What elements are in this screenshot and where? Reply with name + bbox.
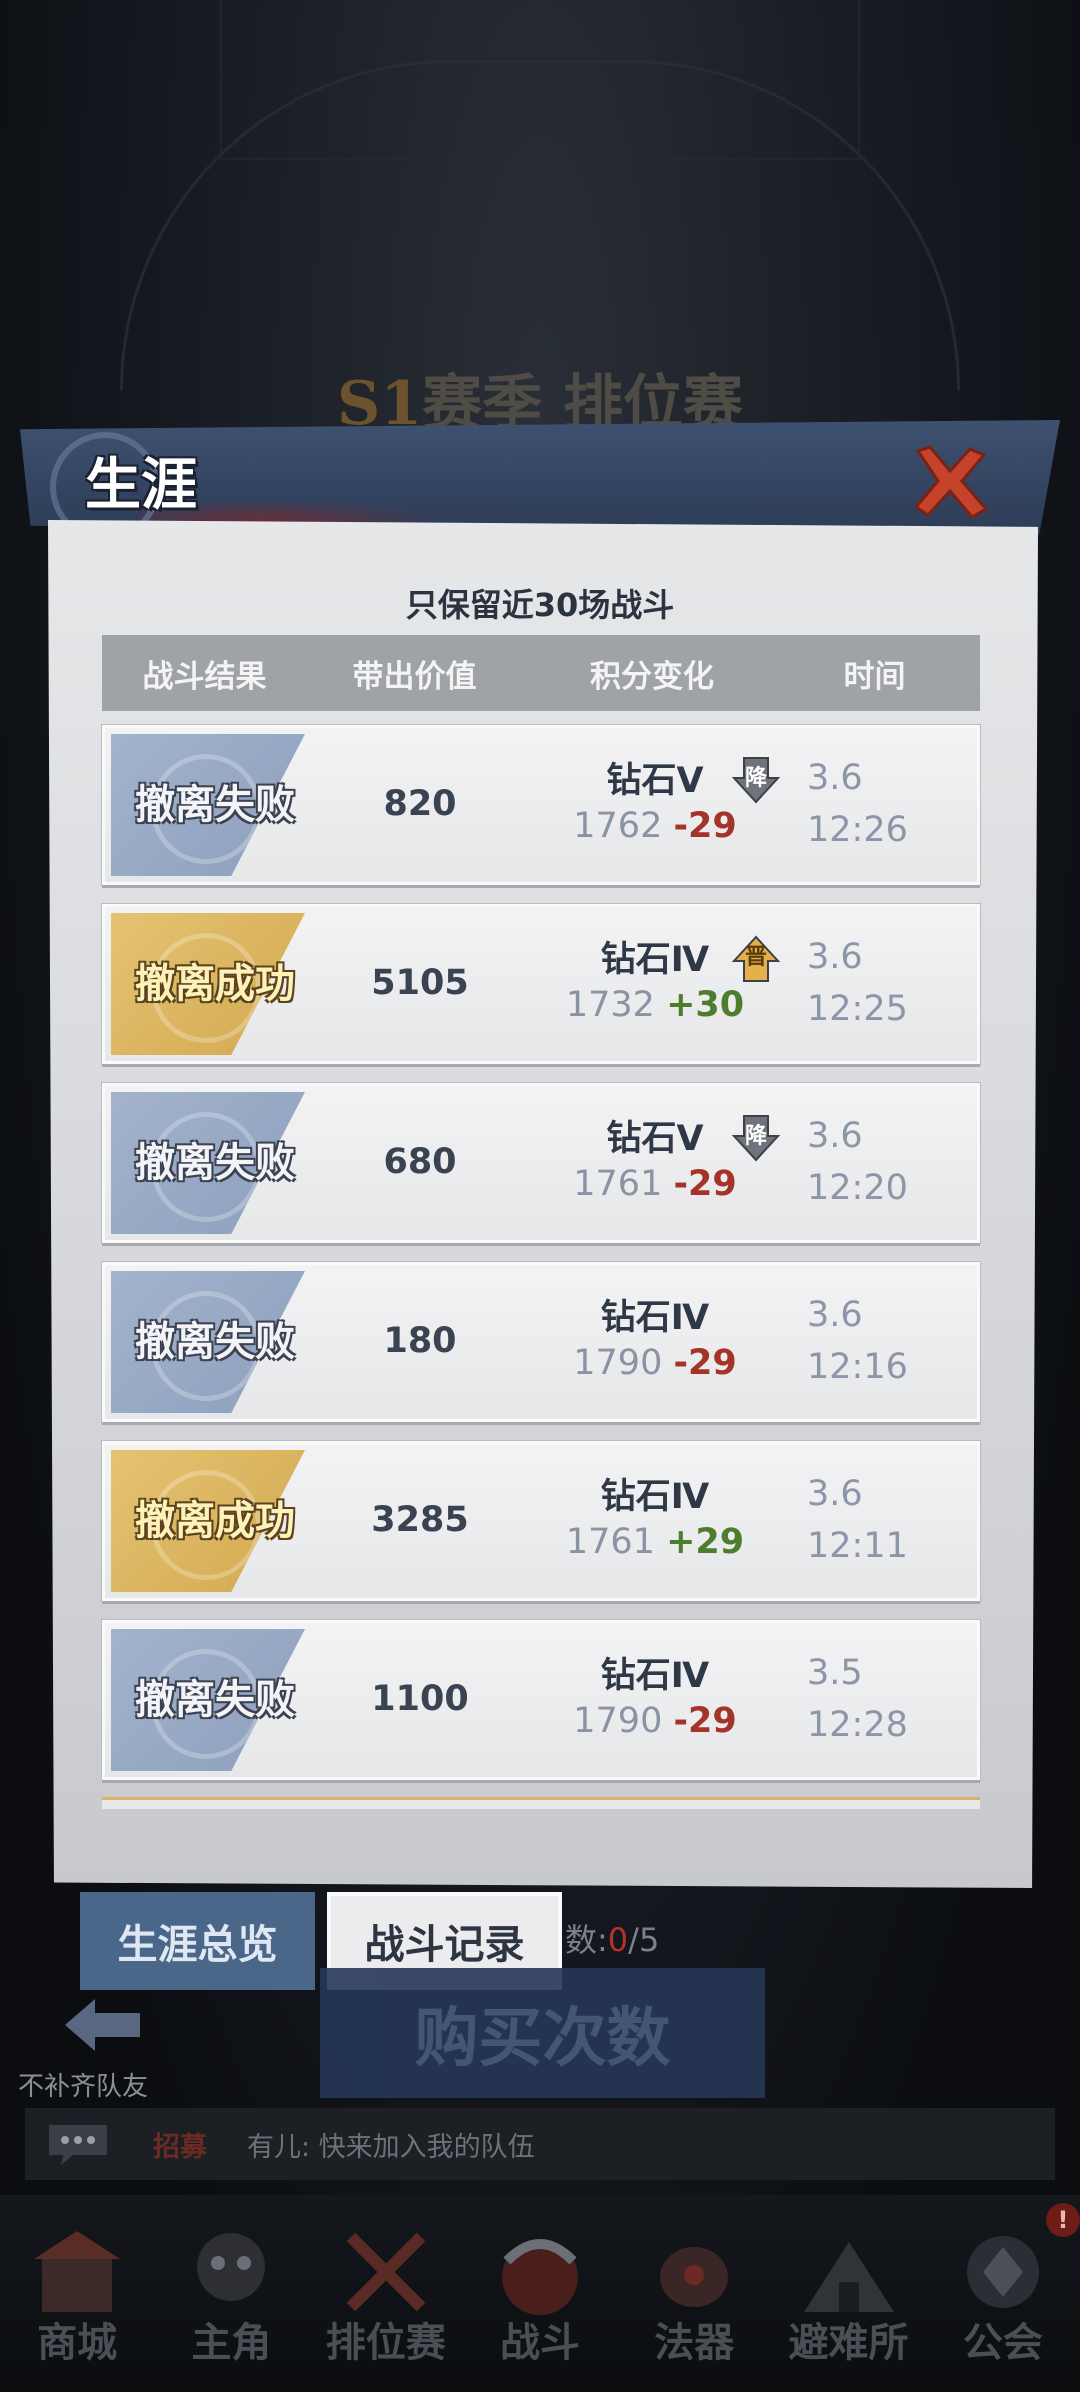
nav-label: 排位赛 <box>325 2319 446 2366</box>
partial-next-row <box>102 1797 980 1809</box>
nav-label: 商城 <box>37 2319 118 2366</box>
score-delta: -29 <box>673 1164 737 1204</box>
battle-clock: 12:25 <box>807 989 908 1029</box>
nav-item-artifact[interactable]: 法器 <box>617 2195 771 2392</box>
rank-up-arrow-icon: 晋 <box>730 933 782 985</box>
battle-time: 3.5 12:28 <box>785 1647 970 1751</box>
chat-channel-tag: 招募 <box>153 2131 207 2163</box>
battle-date: 3.6 <box>807 758 863 798</box>
nav-label: 法器 <box>654 2319 735 2366</box>
return-arrow-icon[interactable] <box>55 1985 150 2060</box>
column-header-value: 带出价值 <box>352 658 477 695</box>
extracted-value: 180 <box>383 1321 457 1361</box>
result-text: 撤离成功 <box>135 960 295 1007</box>
rank-down-arrow-icon: 降 <box>730 1112 782 1164</box>
result-text: 撤离失败 <box>135 1676 295 1723</box>
battle-date: 3.6 <box>807 1116 863 1156</box>
battle-record-row[interactable]: 撤离成功 5105 钻石Ⅳ 晋 1732 +30 3.6 12:25 <box>102 904 980 1064</box>
panel-title: 生涯 <box>85 453 197 518</box>
column-header-score-change: 积分变化 <box>590 658 714 695</box>
tab-career-overview[interactable]: 生涯总览 <box>80 1892 315 1990</box>
rank-name: 钻石Ⅳ <box>600 1477 710 1517</box>
nav-label: 避难所 <box>788 2319 909 2366</box>
extracted-value: 3285 <box>371 1500 469 1540</box>
result-text: 撤离失败 <box>135 1318 295 1365</box>
battle-time: 3.6 12:26 <box>785 752 970 856</box>
battle-record-row[interactable]: 撤离失败 820 钻石Ⅴ 降 1762 -29 3.6 12:26 <box>102 725 980 885</box>
nav-label: 主角 <box>191 2319 272 2366</box>
no-fill-teammates-label[interactable]: 不补齐队友 <box>18 2066 148 2103</box>
battle-clock: 12:16 <box>807 1347 908 1387</box>
battle-record-row[interactable]: 撤离失败 680 钻石Ⅴ 降 1761 -29 3.6 12:20 <box>102 1083 980 1243</box>
nav-item-battle[interactable]: 战斗 <box>463 2195 617 2392</box>
battle-record-row[interactable]: 撤离失败 180 钻石Ⅳ 1790 -29 3.6 12:16 <box>102 1262 980 1422</box>
extracted-value: 1100 <box>371 1679 469 1719</box>
notification-badge: ! <box>1045 2203 1080 2237</box>
battle-date: 3.6 <box>807 937 863 977</box>
nav-label: 战斗 <box>499 2319 580 2366</box>
score-change: 1761 +29 <box>565 1522 745 1562</box>
extracted-value: 5105 <box>371 963 469 1003</box>
battle-record-list[interactable]: 撤离失败 820 钻石Ⅴ 降 1762 -29 3.6 12:26 撤离成功 51… <box>102 725 980 1799</box>
column-header-time: 时间 <box>843 658 906 695</box>
score-change: 1790 -29 <box>573 1701 737 1741</box>
battle-record-row[interactable]: 撤离成功 3285 钻石Ⅳ 1761 +29 3.6 12:11 <box>102 1441 980 1601</box>
score-change: 1790 -29 <box>573 1343 737 1383</box>
close-button[interactable] <box>910 445 990 520</box>
nav-item-hero[interactable]: 主角 <box>154 2195 308 2392</box>
battle-clock: 12:26 <box>807 810 908 850</box>
score-change: 1732 +30 <box>565 985 745 1025</box>
score-delta: -29 <box>673 1701 737 1741</box>
score-change: 1761 -29 <box>573 1164 737 1204</box>
score-delta: -29 <box>673 1343 737 1383</box>
chat-bubble-icon <box>49 2125 107 2165</box>
battle-time: 3.6 12:20 <box>785 1110 970 1214</box>
battle-date: 3.6 <box>807 1295 863 1335</box>
nav-item-shelter[interactable]: 避难所 <box>771 2195 925 2392</box>
score-delta: -29 <box>673 806 737 846</box>
buy-attempts-button[interactable]: 购买次数 <box>320 1968 765 2098</box>
chat-message: 有儿: 快来加入我的队伍 <box>247 2131 535 2163</box>
battle-date: 3.6 <box>807 1474 863 1514</box>
result-text: 撤离失败 <box>135 1139 295 1186</box>
column-header-result: 战斗结果 <box>142 658 267 695</box>
background-beam <box>220 0 860 160</box>
battle-clock: 12:11 <box>807 1526 908 1566</box>
result-text: 撤离成功 <box>135 1497 295 1544</box>
extracted-value: 680 <box>383 1142 457 1182</box>
table-header: 战斗结果 带出价值 积分变化 时间 <box>102 635 980 711</box>
nav-label: 公会 <box>962 2319 1043 2366</box>
result-text: 撤离失败 <box>135 781 295 828</box>
nav-item-ranked[interactable]: 排位赛 <box>309 2195 463 2392</box>
rank-name: 钻石Ⅳ <box>600 1298 710 1338</box>
attempts-counter: 数:0/5 <box>565 1921 660 1959</box>
battle-time: 3.6 12:16 <box>785 1289 970 1393</box>
score-delta: +30 <box>666 985 745 1025</box>
score-delta: +29 <box>666 1522 745 1562</box>
battle-record-row[interactable]: 撤离失败 1100 钻石Ⅳ 1790 -29 3.5 12:28 <box>102 1620 980 1780</box>
battle-time: 3.6 12:25 <box>785 931 970 1035</box>
battle-time: 3.6 12:11 <box>785 1468 970 1572</box>
battle-date: 3.5 <box>807 1653 863 1693</box>
record-limit-note: 只保留近30场战斗 <box>405 586 675 624</box>
battle-clock: 12:28 <box>807 1705 908 1745</box>
extracted-value: 820 <box>383 784 457 824</box>
nav-item-guild[interactable]: 公会 ! <box>926 2195 1080 2392</box>
rank-down-arrow-icon: 降 <box>730 754 782 806</box>
chat-bar[interactable]: 招募 有儿: 快来加入我的队伍 <box>25 2108 1055 2180</box>
battle-clock: 12:20 <box>807 1168 908 1208</box>
score-change: 1762 -29 <box>573 806 737 846</box>
rank-name: 钻石Ⅳ <box>600 1656 710 1696</box>
bottom-navigation: 商城 主角 排位赛 战斗 法器 避难所 公会 ! <box>0 2195 1080 2392</box>
close-x-icon <box>913 445 989 519</box>
nav-item-shop[interactable]: 商城 <box>0 2195 154 2392</box>
